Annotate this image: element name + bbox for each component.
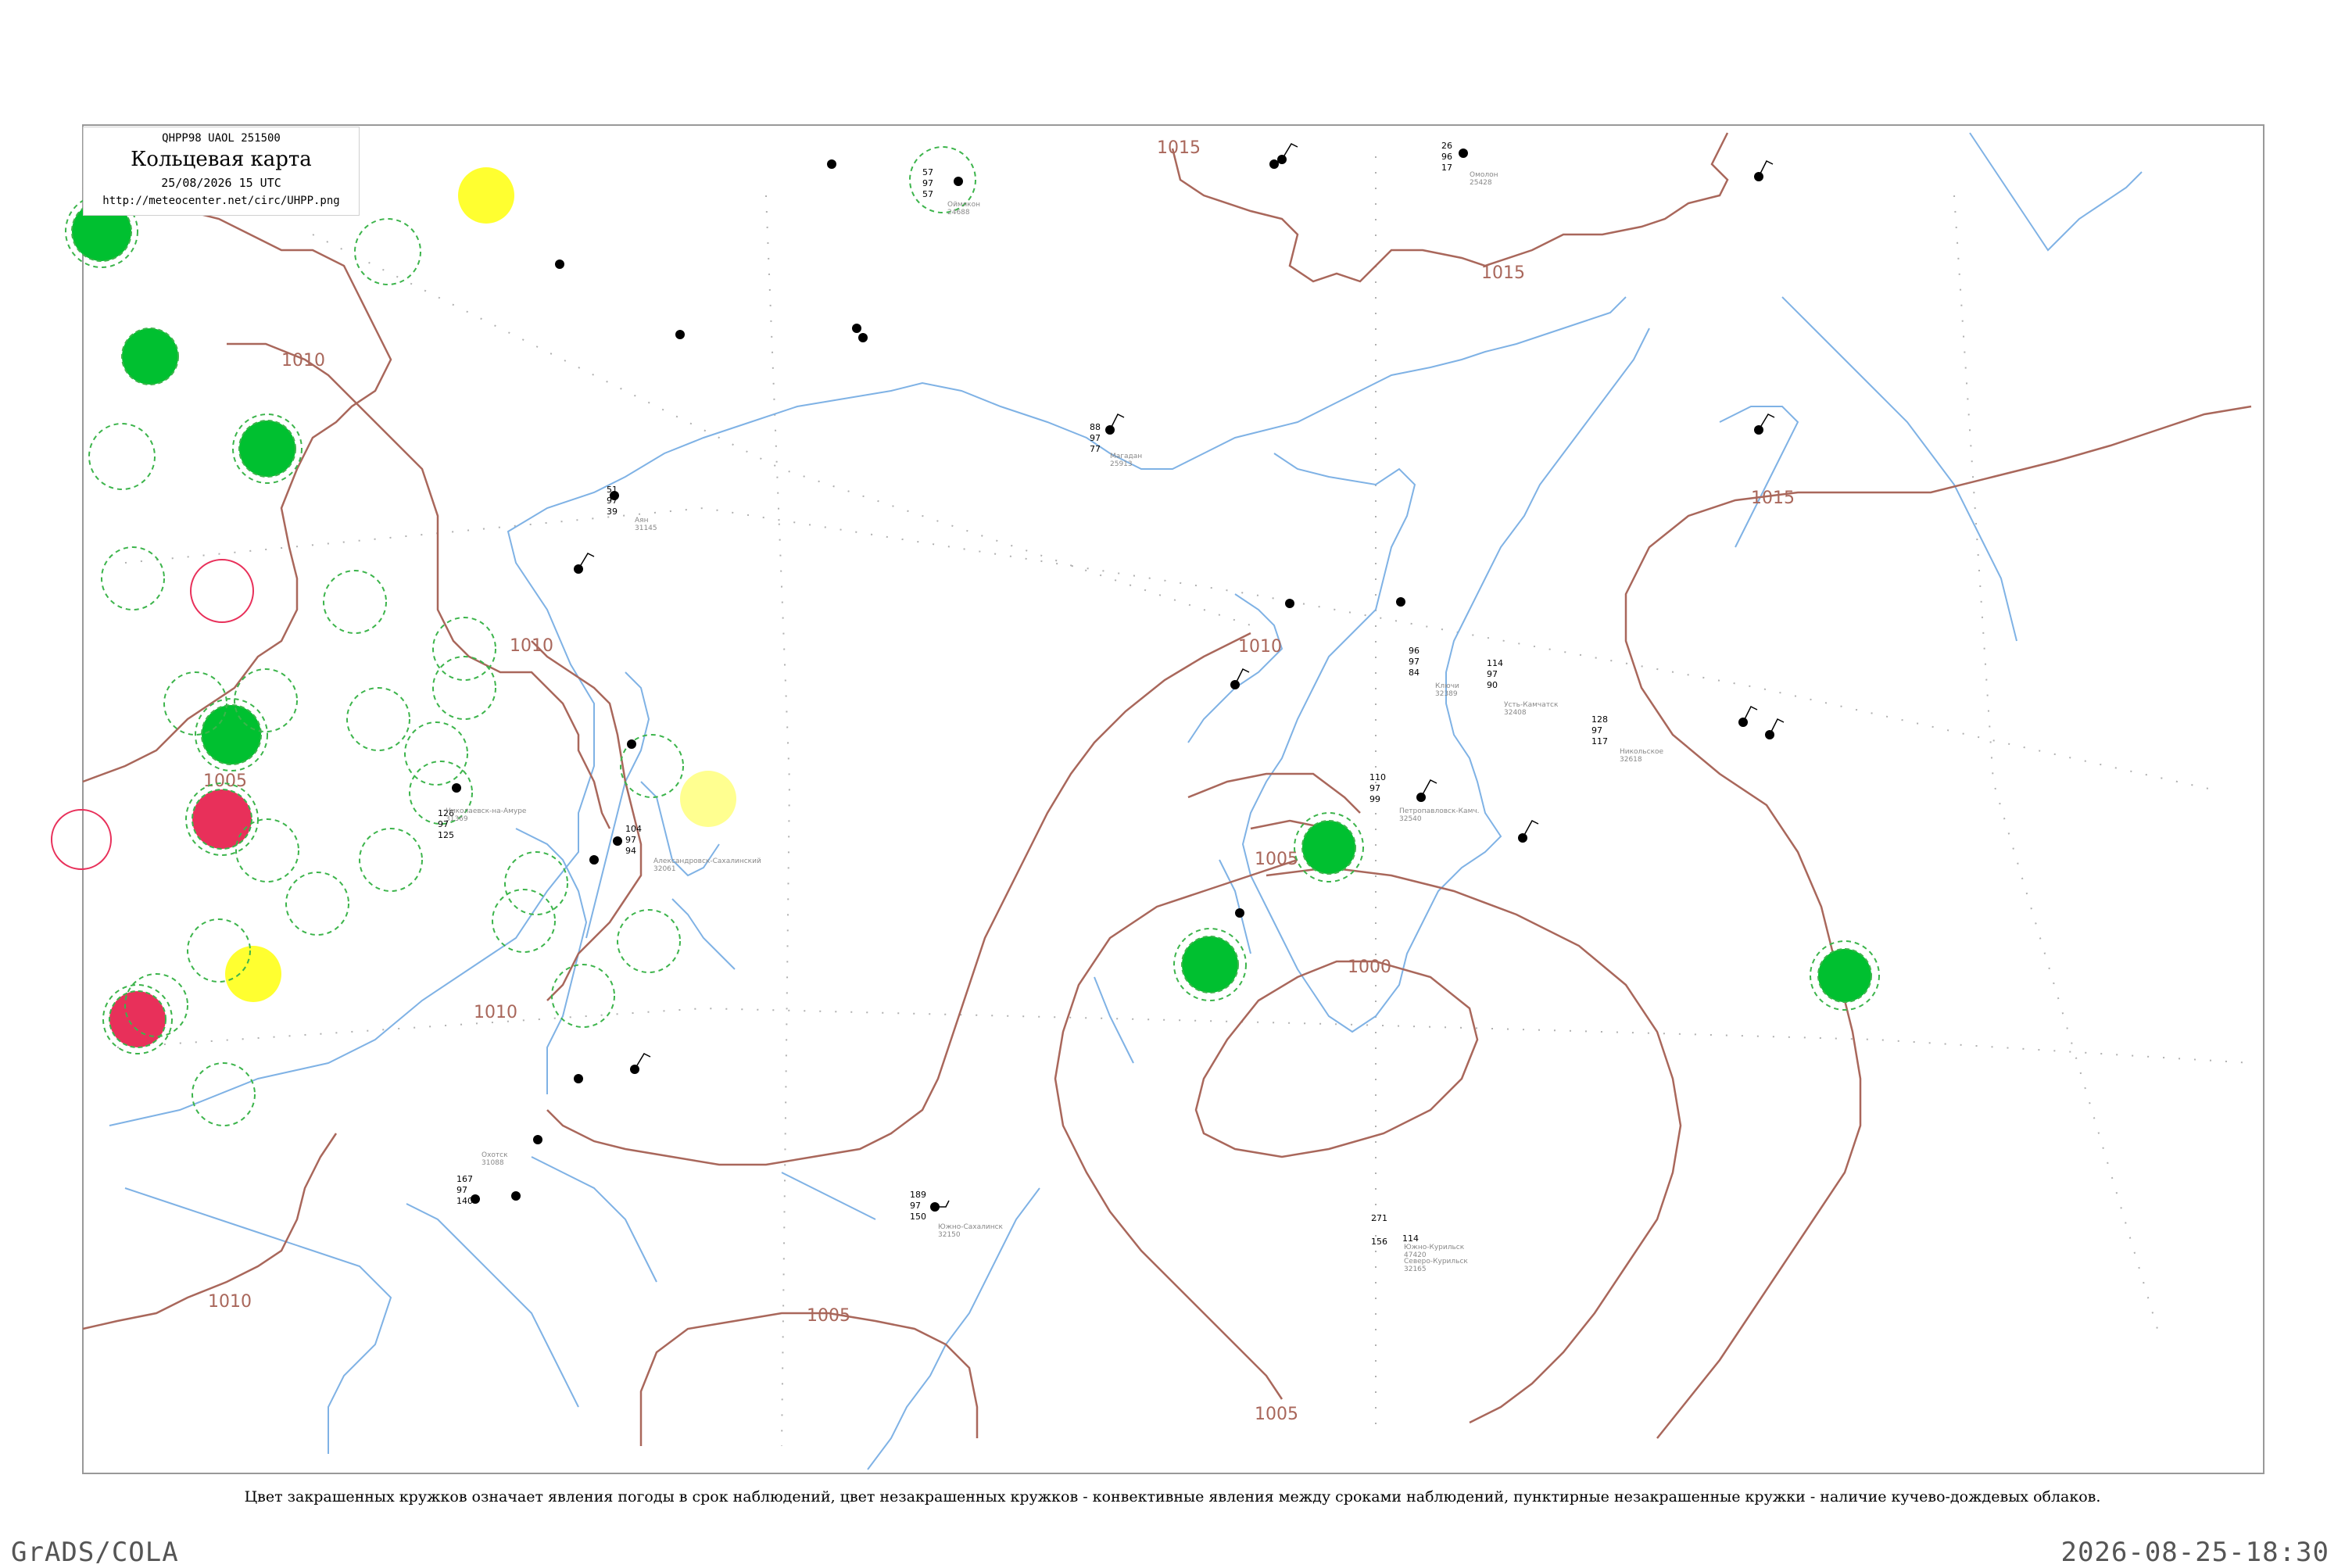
station-mid: 97 (1487, 669, 1498, 679)
green-station-circle (121, 328, 179, 385)
map-legend: QHPP98 UAOL 251500 Кольцевая карта 25/08… (83, 127, 360, 216)
station-mid: 97 (456, 1185, 467, 1195)
station-id: 25428 (1470, 179, 1492, 187)
isobar-label: 1015 (1751, 489, 1795, 508)
green-station-circle (238, 420, 296, 478)
station-mid: 97 (1090, 433, 1101, 443)
yellow-station-circle (458, 167, 514, 224)
map-frame (82, 124, 2264, 1474)
station-name: Омолон (1470, 171, 1498, 179)
station-bot: 84 (1409, 668, 1420, 678)
station-id: 31369 (446, 815, 468, 823)
station-bot: 57 (922, 189, 933, 199)
station-name: Аян (635, 517, 649, 524)
station-top: 271 (1371, 1213, 1387, 1223)
station-mid: 97 (1369, 783, 1380, 793)
station-id: 32165 (1404, 1265, 1427, 1273)
station-name: Южно-Сахалинск (938, 1223, 1004, 1231)
map-stage: 1015 1015 1015 1010 1010 1010 1010 1010 … (0, 0, 2345, 1568)
station-name: Николаевск-на-Амуре (446, 807, 527, 815)
station-id: 25913 (1110, 460, 1133, 468)
station-id: 32618 (1620, 756, 1642, 764)
station-bot: 17 (1441, 163, 1452, 173)
red-station-circle (192, 789, 252, 850)
station-top: 114 (1487, 658, 1503, 668)
isobar-label: 1010 (1238, 637, 1282, 657)
isobar-label: 1010 (281, 351, 325, 371)
station-bot: 39 (607, 507, 618, 517)
station-name: Охотск (482, 1151, 508, 1159)
map-url[interactable]: http://meteocenter.net/circ/UHPP.png (84, 195, 359, 207)
isobar-label: 1015 (1157, 138, 1201, 158)
station-top: 128 (1591, 714, 1608, 725)
station-name: Северо-Курильск (1404, 1258, 1468, 1265)
station-name: Оймякон (947, 201, 980, 209)
station-bot: 77 (1090, 444, 1101, 454)
station-top: 26 (1441, 141, 1452, 151)
isobar-label: 1005 (807, 1306, 850, 1326)
station-bot: 94 (625, 846, 636, 856)
station-bot: 117 (1591, 736, 1608, 746)
station-id: 32061 (653, 865, 676, 873)
station-id: 32150 (938, 1231, 961, 1239)
isobar-label: 1005 (1255, 1405, 1298, 1424)
bulletin-code: QHPP98 UAOL 251500 (162, 132, 281, 145)
station-id: 32540 (1399, 815, 1422, 823)
station-bot: 140 (456, 1196, 473, 1206)
red-station-circle (109, 990, 166, 1048)
map-title: Кольцевая карта (131, 148, 312, 171)
station-top: 57 (922, 167, 933, 177)
station-mid: 97 (922, 178, 933, 188)
station-name: Магадан (1110, 453, 1142, 460)
footer-software: GrADS/COLA (11, 1537, 179, 1568)
isobar-label: 1010 (208, 1292, 252, 1312)
footer-timestamp: 2026-08-25-18:30 (2060, 1537, 2329, 1568)
station-mid: 97 (1591, 725, 1602, 736)
isobar-label: 1005 (1255, 850, 1298, 869)
yellow-station-circle (225, 946, 281, 1002)
station-top: 189 (910, 1190, 926, 1200)
synoptic-map: 1015 1015 1015 1010 1010 1010 1010 1010 … (51, 124, 2264, 1474)
station-id: 31088 (482, 1159, 504, 1167)
station-bot: 90 (1487, 680, 1498, 690)
station-top: 96 (1409, 646, 1420, 656)
green-station-circle (201, 704, 262, 765)
station-top: 88 (1090, 422, 1101, 432)
station-mid: 97 (607, 496, 618, 506)
station-bot: 99 (1369, 794, 1380, 804)
station-mid: 97 (1409, 657, 1420, 667)
map-caption: Цвет закрашенных кружков означает явлени… (244, 1488, 2101, 1505)
station-bot: 114 (1402, 1233, 1419, 1244)
station-name: Петропавловск-Камч. (1399, 807, 1480, 815)
station-id: 32389 (1435, 690, 1458, 698)
green-station-circle (1817, 948, 1872, 1003)
green-station-circle (1181, 936, 1239, 993)
station-top: 51 (607, 485, 618, 495)
station-bot: 150 (910, 1212, 926, 1222)
station-name: Южно-Курильск (1404, 1244, 1465, 1251)
station-top: 110 (1369, 772, 1386, 782)
map-datetime: 25/08/2026 15 UTC (161, 176, 281, 190)
isobar-label: 1015 (1481, 263, 1525, 283)
station-mid: 96 (1441, 152, 1452, 162)
station-name: Никольское (1620, 748, 1664, 756)
station-top: 104 (625, 824, 642, 834)
station-id: 31145 (635, 524, 657, 532)
green-station-circle (1301, 820, 1356, 875)
pale-yellow-station-circle (680, 771, 736, 827)
station-mid: 97 (625, 835, 636, 845)
station-bot: 125 (438, 830, 454, 840)
station-id: 32408 (1504, 709, 1527, 717)
isobar-label: 1005 (203, 771, 247, 791)
isobar-label: 1000 (1348, 958, 1391, 977)
isobar-label: 1010 (474, 1003, 517, 1022)
isobar-label: 1010 (510, 636, 553, 656)
station-mid: 97 (910, 1201, 921, 1211)
station-top: 167 (456, 1174, 473, 1184)
station-name: Усть-Камчатск (1504, 701, 1559, 709)
station-id: 24688 (947, 209, 970, 217)
station-name: Александровск-Сахалинский (653, 857, 761, 865)
station-name: Ключи (1435, 682, 1459, 690)
station-bot: 156 (1371, 1237, 1387, 1247)
